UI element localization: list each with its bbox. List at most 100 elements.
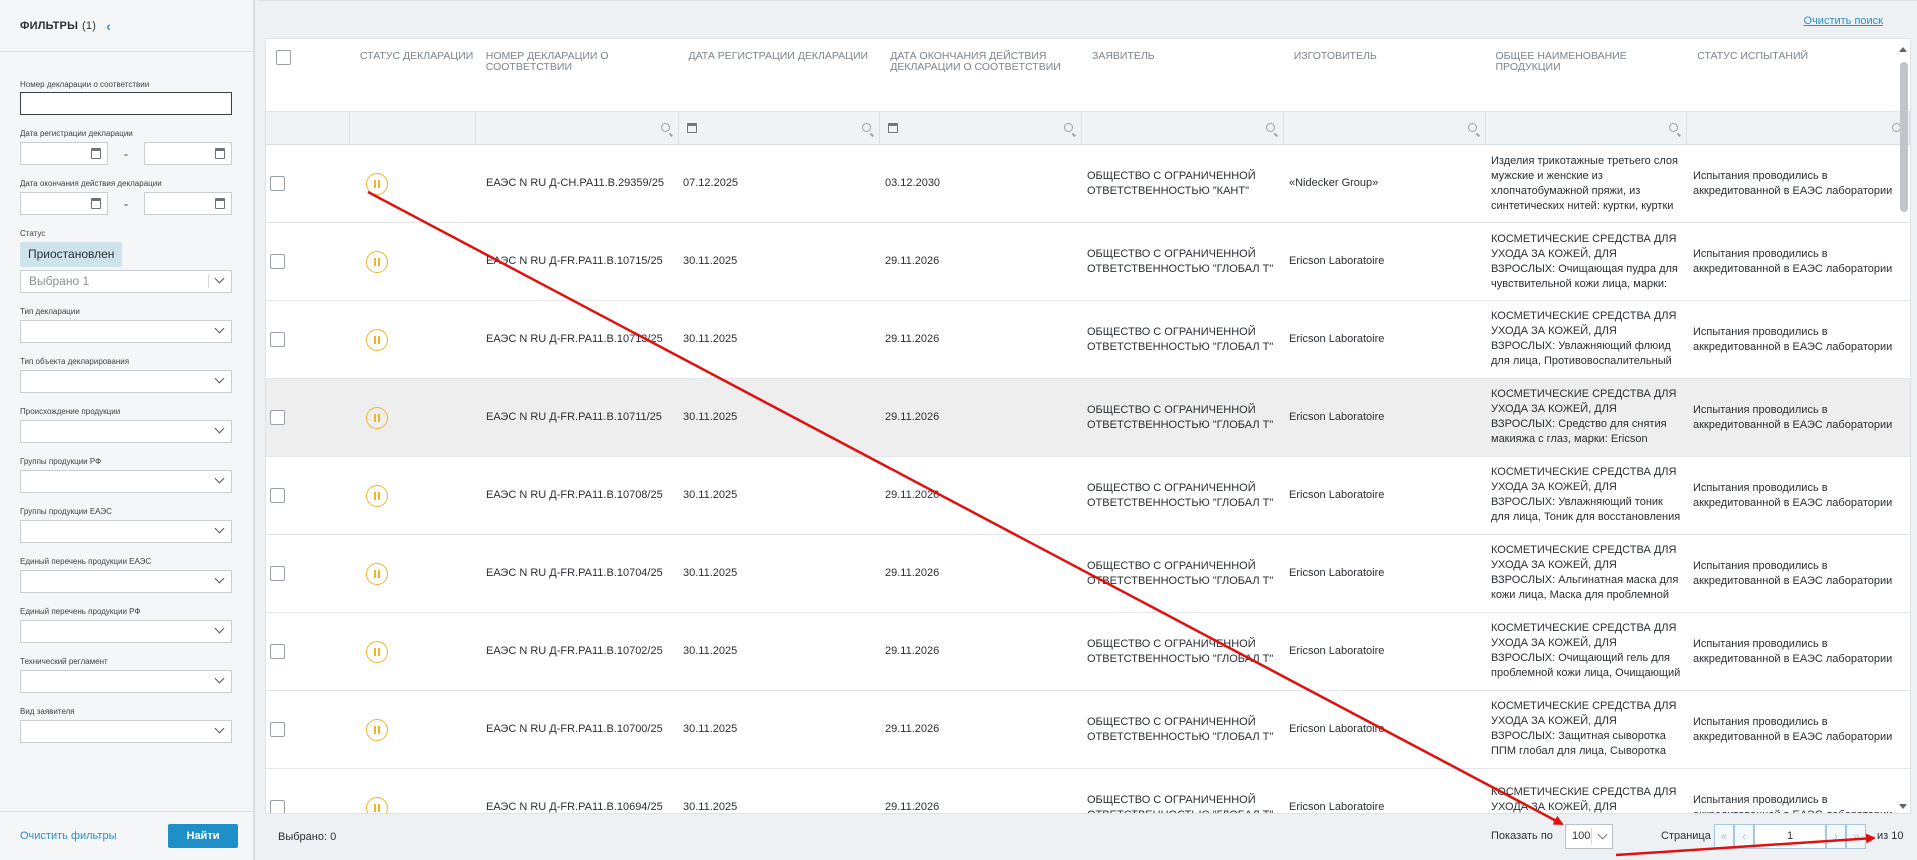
search-icon[interactable] xyxy=(1265,123,1275,132)
table-row[interactable]: ЕАЭС N RU Д-FR.PA11.B.10704/25 30.11.2025… xyxy=(266,535,1910,613)
calendar-icon[interactable] xyxy=(686,123,697,133)
number-cell: ЕАЭС N RU Д-FR.PA11.B.10704/25 xyxy=(486,567,663,579)
decl-type-select[interactable] xyxy=(20,320,232,343)
calendar-icon[interactable] xyxy=(91,148,101,159)
calendar-icon[interactable] xyxy=(888,123,899,133)
pause-circle-icon[interactable] xyxy=(366,640,388,663)
calendar-icon[interactable] xyxy=(91,198,101,209)
calendar-icon[interactable] xyxy=(215,198,225,209)
pause-circle-icon[interactable] xyxy=(366,406,388,429)
search-icon[interactable] xyxy=(862,123,872,132)
filter-end-date-input[interactable] xyxy=(880,112,1082,144)
search-icon[interactable] xyxy=(1669,123,1679,132)
pause-circle-icon[interactable] xyxy=(366,484,388,507)
filter-maker-input[interactable] xyxy=(1283,112,1486,144)
header-number[interactable]: НОМЕР ДЕКЛАРАЦИИ О СООТВЕТСТВИИ xyxy=(476,39,679,111)
double-chevron-right-icon[interactable]: » xyxy=(1846,824,1866,849)
maker-cell: Ericson Laboratoire xyxy=(1289,801,1385,813)
end-date-from-input[interactable] xyxy=(20,192,108,215)
number-cell: ЕАЭС N RU Д-FR.PA11.B.10700/25 xyxy=(486,723,663,735)
reg-date-from-input[interactable] xyxy=(20,142,108,165)
header-end-date[interactable]: ДАТА ОКОНЧАНИЯ ДЕЙСТВИЯ ДЕКЛАРАЦИИ О СОО… xyxy=(880,39,1082,111)
search-icon[interactable] xyxy=(1064,123,1073,132)
row-checkbox[interactable] xyxy=(270,800,285,813)
filter-product-input[interactable] xyxy=(1485,112,1688,144)
header-reg-date[interactable]: ДАТА РЕГИСТРАЦИИ ДЕКЛАРАЦИИ xyxy=(679,39,881,111)
row-checkbox[interactable] xyxy=(270,488,285,503)
applicant-cell: ОБЩЕСТВО С ОГРАНИЧЕННОЙ ОТВЕТСТВЕННОСТЬЮ… xyxy=(1087,403,1274,431)
range-dash: - xyxy=(124,196,128,211)
select-all-checkbox[interactable] xyxy=(276,50,291,65)
end-date-to-input[interactable] xyxy=(144,192,232,215)
tests-cell: Испытания проводились в аккредитованной … xyxy=(1693,793,1892,814)
table-row[interactable]: ЕАЭС N RU Д-FR.PA11.B.10702/25 30.11.2025… xyxy=(266,613,1910,691)
origin-select[interactable] xyxy=(20,420,232,443)
vertical-scrollbar[interactable] xyxy=(1898,47,1910,809)
status-select[interactable]: Выбрано 1 xyxy=(20,270,232,293)
double-chevron-left-icon[interactable]: « xyxy=(1714,824,1734,849)
scroll-down-icon[interactable] xyxy=(1899,804,1907,809)
row-checkbox[interactable] xyxy=(270,644,285,659)
chevron-left-icon[interactable]: ‹ xyxy=(106,18,111,34)
header-status[interactable]: СТАТУС ДЕКЛАРАЦИИ xyxy=(350,39,476,111)
chevron-left-icon[interactable]: ‹ xyxy=(1734,824,1754,849)
row-checkbox[interactable] xyxy=(270,332,285,347)
clear-filters-link[interactable]: Очистить фильтры xyxy=(20,830,168,842)
table-row[interactable]: ЕАЭС N RU Д-FR.PA11.B.10708/25 30.11.2025… xyxy=(266,457,1910,535)
end-date-cell: 29.11.2026 xyxy=(885,333,940,345)
groups-eaes-select[interactable] xyxy=(20,520,232,543)
row-checkbox[interactable] xyxy=(270,410,285,425)
page-size-select[interactable]: 100 xyxy=(1565,824,1613,849)
row-checkbox xyxy=(266,722,350,737)
find-button[interactable]: Найти xyxy=(168,824,238,848)
scrollbar-thumb[interactable] xyxy=(1900,62,1908,212)
reg-date-range: - xyxy=(20,142,233,165)
search-icon[interactable] xyxy=(660,123,670,132)
header-product[interactable]: ОБЩЕЕ НАИМЕНОВАНИЕ ПРОДУКЦИИ xyxy=(1486,39,1688,111)
reg-date-cell: 07.12.2025 xyxy=(683,177,739,189)
pause-circle-icon[interactable] xyxy=(366,562,388,585)
row-checkbox[interactable] xyxy=(270,722,285,737)
scroll-up-icon[interactable] xyxy=(1899,47,1907,52)
filter-applicant-input[interactable] xyxy=(1082,112,1284,144)
tech-reg-select[interactable] xyxy=(20,670,232,693)
decl-number-input[interactable] xyxy=(20,92,232,115)
filter-number-input[interactable] xyxy=(475,112,679,144)
list-rf-select[interactable] xyxy=(20,620,232,643)
table-row[interactable]: ЕАЭС N RU Д-FR.PA11.B.10715/25 30.11.2025… xyxy=(266,223,1910,301)
object-type-select[interactable] xyxy=(20,370,232,393)
product-cell: Изделия трикотажные третьего слоя мужски… xyxy=(1491,154,1678,212)
row-checkbox[interactable] xyxy=(270,176,285,191)
table-row[interactable]: ЕАЭС N RU Д-FR.PA11.B.10700/25 30.11.2025… xyxy=(266,691,1910,769)
pause-circle-icon[interactable] xyxy=(366,718,388,741)
applicant-kind-select[interactable] xyxy=(20,720,232,743)
row-checkbox[interactable] xyxy=(270,566,285,581)
reg-date-to-input[interactable] xyxy=(144,142,232,165)
header-applicant[interactable]: ЗАЯВИТЕЛЬ xyxy=(1082,39,1284,111)
tests-cell: Испытания проводились в аккредитованной … xyxy=(1693,247,1893,275)
calendar-icon[interactable] xyxy=(215,148,225,159)
row-checkbox[interactable] xyxy=(270,254,285,269)
status-cell xyxy=(350,796,476,813)
status-chip[interactable]: Приостановлен xyxy=(20,242,123,267)
filter-reg-date-input[interactable] xyxy=(678,112,881,144)
list-eaes-select[interactable] xyxy=(20,570,232,593)
groups-rf-select[interactable] xyxy=(20,470,232,493)
table-row[interactable]: ЕАЭС N RU Д-FR.PA11.B.10694/25 30.11.2025… xyxy=(266,769,1910,814)
table-row[interactable]: ЕАЭС N RU Д-CH.PA11.B.29359/25 07.12.2025… xyxy=(266,145,1910,223)
pause-circle-icon[interactable] xyxy=(366,328,388,351)
filter-tests-input[interactable] xyxy=(1687,112,1910,144)
clear-search-link[interactable]: Очистить поиск xyxy=(1804,15,1883,27)
pause-circle-icon[interactable] xyxy=(366,796,388,813)
header-maker[interactable]: ИЗГОТОВИТЕЛЬ xyxy=(1284,39,1486,111)
pause-circle-icon[interactable] xyxy=(366,250,388,273)
table-row[interactable]: ЕАЭС N RU Д-FR.PA11.B.10713/25 30.11.2025… xyxy=(266,301,1910,379)
end-date-cell: 29.11.2026 xyxy=(885,489,940,501)
page-number-input[interactable]: 1 xyxy=(1754,824,1826,849)
pause-circle-icon[interactable] xyxy=(366,172,388,195)
search-icon[interactable] xyxy=(1467,123,1477,132)
row-checkbox xyxy=(266,176,350,191)
table-row[interactable]: ЕАЭС N RU Д-FR.PA11.B.10711/25 30.11.2025… xyxy=(266,379,1910,457)
header-tests[interactable]: СТАТУС ИСПЫТАНИЙ xyxy=(1687,39,1910,111)
chevron-right-icon[interactable]: › xyxy=(1826,824,1846,849)
